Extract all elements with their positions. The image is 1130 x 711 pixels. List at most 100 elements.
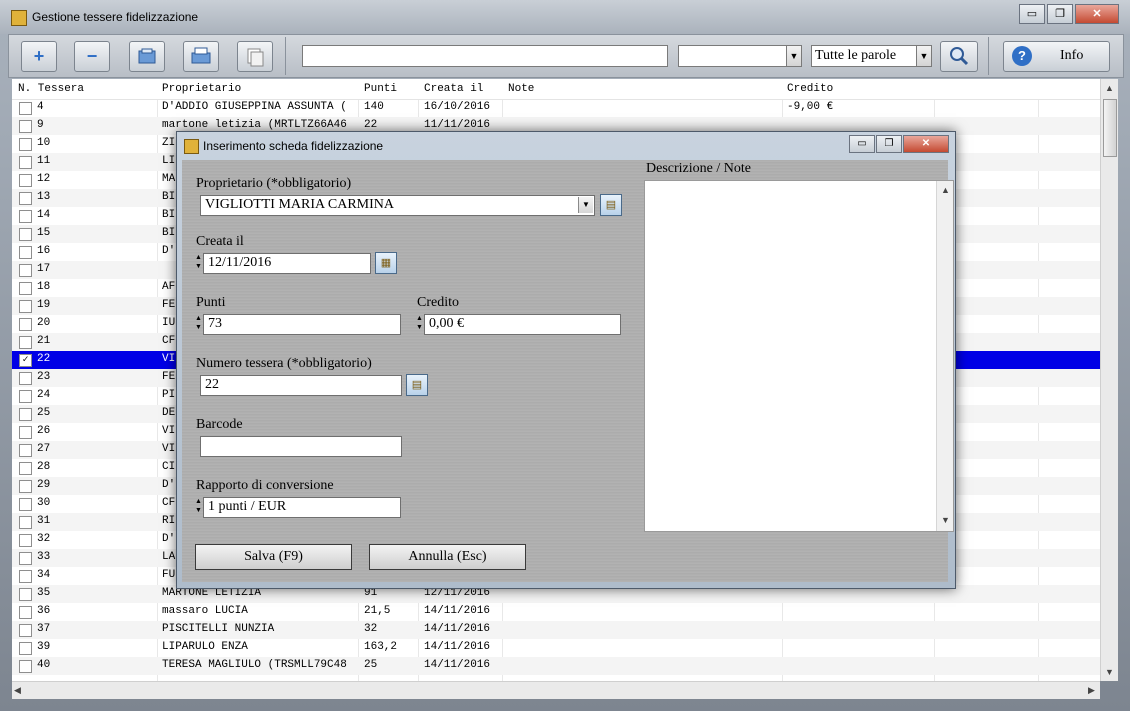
- horizontal-scrollbar[interactable]: ◀ ▶: [12, 681, 1100, 699]
- owner-lookup-button[interactable]: ▤: [600, 194, 622, 216]
- created-spinner[interactable]: ▲ ▼: [195, 253, 202, 272]
- row-checkbox[interactable]: [19, 642, 32, 655]
- column-header-owner[interactable]: Proprietario: [162, 83, 241, 95]
- barcode-input[interactable]: [200, 436, 402, 457]
- row-checkbox[interactable]: [19, 516, 32, 529]
- created-date-input[interactable]: 12/11/2016: [203, 253, 371, 274]
- row-checkbox[interactable]: [19, 246, 32, 259]
- table-row[interactable]: 40 TERESA MAGLIULO (TRSMLL79C48 25 14/11/20…: [12, 657, 1100, 675]
- window-title: Gestione tessere fidelizzazione: [32, 10, 199, 24]
- row-checkbox[interactable]: [19, 480, 32, 493]
- print-button[interactable]: [183, 41, 219, 72]
- row-checkbox[interactable]: [19, 606, 32, 619]
- card-number-input[interactable]: 22: [200, 375, 402, 396]
- maximize-button[interactable]: ❐: [1047, 4, 1073, 24]
- row-checkbox[interactable]: [19, 156, 32, 169]
- info-button[interactable]: ? Info: [1003, 41, 1110, 72]
- search-button[interactable]: [940, 41, 978, 72]
- cell-created: 14/11/2016: [424, 641, 491, 653]
- row-checkbox[interactable]: [19, 102, 32, 115]
- card-number-value: 22: [205, 377, 219, 392]
- row-checkbox[interactable]: [19, 534, 32, 547]
- row-checkbox[interactable]: [19, 624, 32, 637]
- row-checkbox[interactable]: [19, 660, 32, 673]
- table-row[interactable]: 39 LIPARULO ENZA 163,2 14/11/2016: [12, 639, 1100, 657]
- column-header-notes[interactable]: Note: [508, 83, 534, 95]
- scroll-down-icon[interactable]: ▼: [941, 515, 950, 525]
- dialog-maximize-button[interactable]: ❐: [876, 135, 902, 153]
- scroll-left-icon[interactable]: ◀: [14, 685, 21, 696]
- row-checkbox[interactable]: [19, 300, 32, 313]
- column-header-number[interactable]: N. Tessera: [18, 83, 84, 95]
- ratio-spinner[interactable]: ▲ ▼: [195, 497, 202, 516]
- column-header-created[interactable]: Creata il: [424, 83, 483, 95]
- row-checkbox[interactable]: [19, 426, 32, 439]
- scroll-thumb[interactable]: [1103, 99, 1117, 157]
- row-checkbox[interactable]: [19, 588, 32, 601]
- table-row[interactable]: 4 D'ADDIO GIUSEPPINA ASSUNTA (140 16/10/20…: [12, 99, 1100, 117]
- close-button[interactable]: ✕: [1075, 4, 1119, 24]
- row-checkbox[interactable]: [19, 228, 32, 241]
- owner-select[interactable]: VIGLIOTTI MARIA CARMINA ▼: [200, 195, 595, 216]
- row-checkbox[interactable]: [19, 444, 32, 457]
- search-mode-select[interactable]: Tutte le parole ▼: [811, 45, 932, 67]
- credit-spinner[interactable]: ▲ ▼: [416, 314, 423, 333]
- search-input[interactable]: [302, 45, 668, 67]
- points-spinner[interactable]: ▲ ▼: [195, 314, 202, 333]
- scroll-down-icon[interactable]: ▼: [1105, 667, 1114, 677]
- ratio-input[interactable]: 1 punti / EUR: [203, 497, 401, 518]
- credit-input[interactable]: 0,00 €: [424, 314, 621, 335]
- column-header-credit[interactable]: Credito: [787, 83, 833, 95]
- row-checkbox[interactable]: [19, 552, 32, 565]
- add-card-button[interactable]: +: [21, 41, 57, 72]
- row-checkbox[interactable]: [19, 318, 32, 331]
- row-checkbox[interactable]: [19, 372, 32, 385]
- scroll-right-icon[interactable]: ▶: [1088, 685, 1095, 696]
- scroll-up-icon[interactable]: ▲: [1105, 83, 1114, 93]
- row-checkbox[interactable]: [19, 192, 32, 205]
- edit-icon: [138, 48, 156, 64]
- row-checkbox[interactable]: [19, 138, 32, 151]
- search-field-select[interactable]: ▼: [678, 45, 802, 67]
- row-checkbox[interactable]: [19, 570, 32, 583]
- row-checkbox[interactable]: [19, 408, 32, 421]
- calendar-button[interactable]: ▦: [375, 252, 397, 274]
- row-checkbox[interactable]: [19, 264, 32, 277]
- copy-button[interactable]: [237, 41, 273, 72]
- dialog-icon: [184, 139, 199, 154]
- cell-number: 29: [37, 479, 51, 491]
- points-input[interactable]: 73: [203, 314, 401, 335]
- card-number-label: Numero tessera (*obbligatorio): [196, 356, 372, 371]
- cell-points: 140: [364, 101, 384, 113]
- notes-scrollbar[interactable]: ▲ ▼: [936, 181, 953, 531]
- cell-points: 25: [364, 659, 378, 671]
- remove-card-button[interactable]: −: [74, 41, 110, 72]
- row-checkbox[interactable]: [19, 462, 32, 475]
- help-icon: ?: [1012, 46, 1032, 66]
- minimize-button[interactable]: ▭: [1019, 4, 1045, 24]
- cell-created: 11/11/2016: [424, 119, 491, 131]
- table-row[interactable]: 36 massaro LUCIA 21,5 14/11/2016: [12, 603, 1100, 621]
- column-header-points[interactable]: Punti: [364, 83, 397, 95]
- cell-number: 15: [37, 227, 51, 239]
- row-checkbox[interactable]: [19, 210, 32, 223]
- table-row[interactable]: 37 PISCITELLI NUNZIA 32 14/11/2016: [12, 621, 1100, 639]
- card-number-generate-button[interactable]: ▤: [406, 374, 428, 396]
- cell-number: 23: [37, 371, 51, 383]
- dialog-close-button[interactable]: ✕: [903, 135, 949, 153]
- cell-owner: PISCITELLI NUNZIA: [162, 623, 275, 635]
- cancel-button[interactable]: Annulla (Esc): [369, 544, 526, 570]
- dialog-minimize-button[interactable]: ▭: [849, 135, 875, 153]
- save-button[interactable]: Salva (F9): [195, 544, 352, 570]
- row-checkbox[interactable]: [19, 336, 32, 349]
- row-checkbox[interactable]: [19, 120, 32, 133]
- row-checkbox[interactable]: [19, 282, 32, 295]
- vertical-scrollbar[interactable]: ▲ ▼: [1100, 79, 1118, 681]
- notes-textarea[interactable]: ▲ ▼: [644, 180, 954, 532]
- edit-card-button[interactable]: [129, 41, 165, 72]
- row-checkbox[interactable]: [19, 498, 32, 511]
- row-checkbox[interactable]: [19, 390, 32, 403]
- scroll-up-icon[interactable]: ▲: [941, 185, 950, 195]
- row-checkbox[interactable]: [19, 174, 32, 187]
- row-checkbox[interactable]: ✓: [19, 354, 32, 367]
